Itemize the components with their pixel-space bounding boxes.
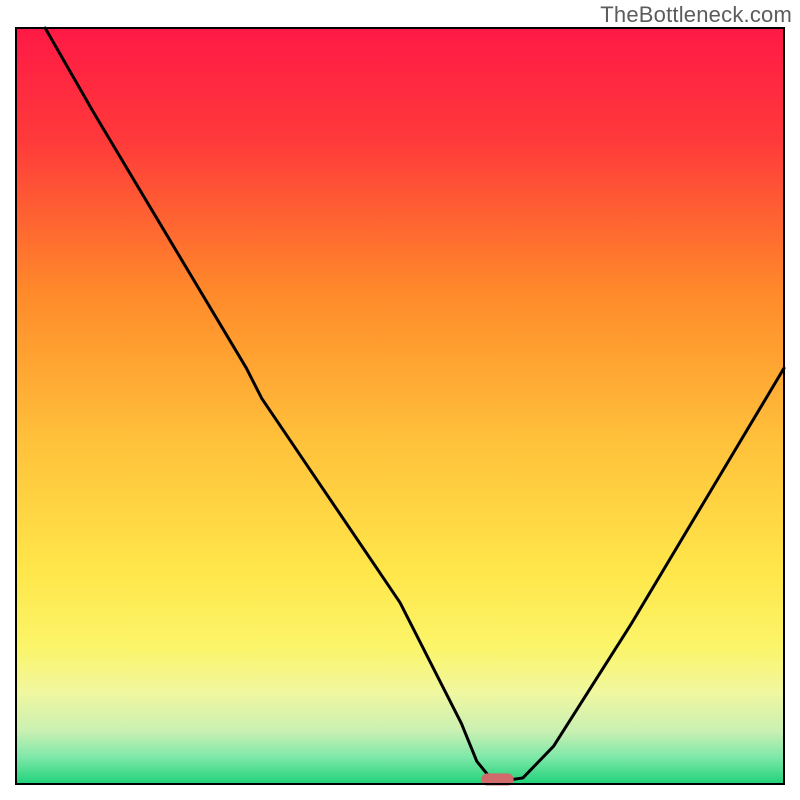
watermark-text: TheBottleneck.com <box>600 2 792 28</box>
bottleneck-chart <box>0 0 800 800</box>
plot-background <box>16 28 784 784</box>
chart-container: TheBottleneck.com <box>0 0 800 800</box>
